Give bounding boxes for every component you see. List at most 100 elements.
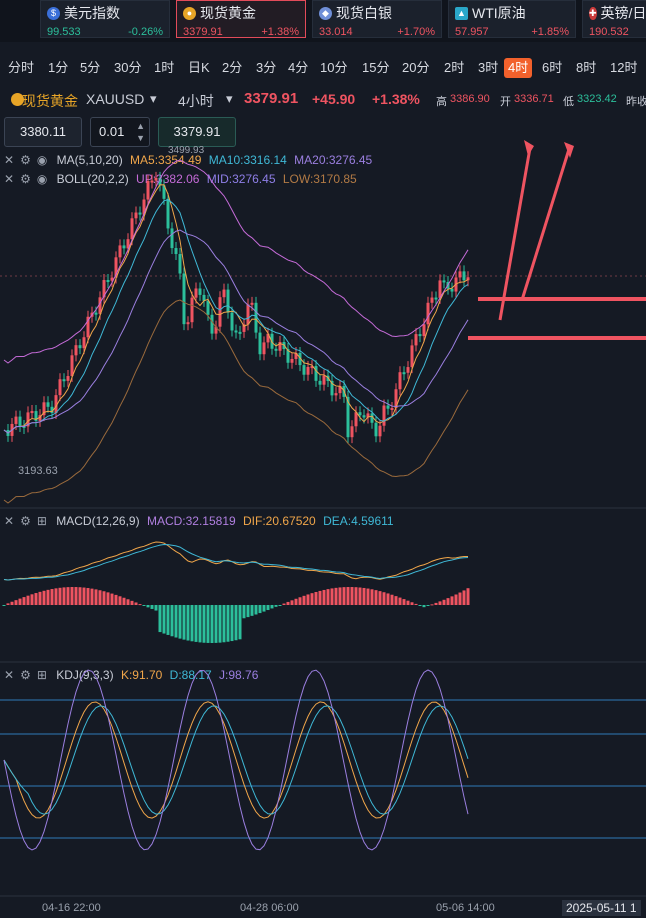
candle-body [282,342,286,350]
period-tab[interactable]: 12时 [606,58,641,78]
uk-flag-icon: ✚ [589,6,597,20]
close-icon[interactable]: ✕ [4,514,14,528]
expand-icon[interactable]: ⊞ [37,668,47,682]
candle-body [306,366,310,375]
stepper-down-icon[interactable]: ▼ [136,124,145,152]
ticker-spot-gold[interactable]: ● 现货黄金 3379.91 +1.38% [176,0,306,38]
period-tab[interactable]: 2时 [440,58,468,78]
ticker-name: 现货黄金 [200,5,256,21]
low-value: 3323.42 [577,93,617,105]
period-tab[interactable]: 15分 [358,58,393,78]
macd-histogram-bar [150,605,154,609]
gold-coin-icon: ● [183,6,196,20]
eye-icon[interactable]: ◉ [37,153,47,167]
candle-body [138,212,142,215]
candle-body [218,297,222,327]
period-tab[interactable]: 6时 [538,58,566,78]
buy-price-button[interactable]: 3379.91 [158,117,236,147]
high-value: 3386.90 [450,93,490,105]
macd-histogram-bar [174,605,178,638]
period-tab[interactable]: 分时 [4,58,38,78]
boll-label: BOLL(20,2,2) [56,172,129,186]
macd-histogram-bar [390,594,394,605]
candle-body [118,245,122,258]
low-mark-label: 3193.63 [18,465,58,477]
prev-close-label: 昨收 [626,96,646,108]
candle-body [466,277,470,281]
candle-body [222,289,226,298]
interval-selector[interactable]: 4小时 [178,91,214,111]
macd-histogram-bar [406,600,410,605]
annotation-arrow [520,145,572,301]
period-tab[interactable]: 日K [184,58,214,78]
candle-body [378,425,382,437]
period-tab[interactable]: 20分 [398,58,433,78]
gear-icon[interactable]: ⚙ [20,172,31,186]
macd-histogram-bar [426,605,430,606]
macd-histogram-bar [362,587,366,605]
macd-histogram-bar [278,605,282,606]
candle-body [246,304,250,325]
gear-icon[interactable]: ⚙ [20,153,31,167]
macd-histogram-bar [450,596,454,605]
ticker-gbp-jpy[interactable]: ✚ 英镑/日 190.532 [582,0,646,38]
candle-body [350,426,354,438]
macd-histogram-bar [354,587,358,605]
macd-histogram-bar [210,605,214,643]
period-tab[interactable]: 8时 [572,58,600,78]
boll-mid-value: MID:3276.45 [206,172,276,186]
candle-body [454,277,458,292]
ticker-price: 33.014 [319,26,353,38]
macd-histogram-bar [102,591,106,605]
macd-histogram-bar [6,603,10,605]
price-change-percent: +1.38% [372,91,420,107]
close-icon[interactable]: ✕ [4,172,14,186]
macd-histogram-bar [302,595,306,605]
macd-histogram-bar [238,605,242,640]
macd-histogram-bar [122,597,126,605]
expand-icon[interactable]: ⊞ [37,514,47,528]
candle-body [290,358,294,363]
sell-price-button[interactable]: 3380.11 [4,117,82,147]
candle-body [298,353,302,366]
quantity-input[interactable]: 0.01 ▲ ▼ [90,117,150,147]
period-tab[interactable]: 5分 [76,58,104,78]
candle-body [14,416,18,424]
period-tab[interactable]: 3时 [474,58,502,78]
period-tab[interactable]: 3分 [252,58,280,78]
macd-histogram-bar [182,605,186,640]
period-tab[interactable]: 1时 [150,58,178,78]
gear-icon[interactable]: ⚙ [20,514,31,528]
macd-value: MACD:32.15819 [146,514,236,528]
eye-icon[interactable]: ◉ [37,172,47,186]
chevron-down-icon[interactable]: ▾ [150,91,157,107]
candle-body [82,337,86,349]
ticker-spot-silver[interactable]: ◆ 现货白银 33.014 +1.70% [312,0,442,38]
macd-histogram-bar [270,605,274,609]
silver-coin-icon: ◆ [319,6,332,20]
candle-body [130,218,134,240]
close-icon[interactable]: ✕ [4,153,14,167]
macd-histogram-bar [138,604,142,606]
gear-icon[interactable]: ⚙ [20,668,31,682]
period-tab[interactable]: 10分 [316,58,351,78]
candle-body [314,366,318,381]
macd-histogram-bar [66,587,70,605]
candle-body [322,375,326,385]
period-tab[interactable]: 1分 [44,58,72,78]
ticker-wti-oil[interactable]: ▲ WTI原油 57.957 +1.85% [448,0,576,38]
ticker-usd-index[interactable]: $ 美元指数 99.533 -0.26% [40,0,170,38]
macd-histogram-bar [74,587,78,605]
open-label: 开 [500,96,511,108]
candle-body [274,348,278,351]
symbol-name[interactable]: 现货黄金 [22,91,78,111]
period-tab[interactable]: 4分 [284,58,312,78]
chevron-down-icon[interactable]: ▾ [226,91,233,107]
macd-histogram-bar [54,588,58,605]
close-icon[interactable]: ✕ [4,668,14,682]
macd-histogram-bar [162,605,166,634]
period-tab[interactable]: 2分 [218,58,246,78]
period-tab-active[interactable]: 4时 [504,58,533,78]
candle-body [358,412,362,416]
period-tab[interactable]: 30分 [110,58,145,78]
